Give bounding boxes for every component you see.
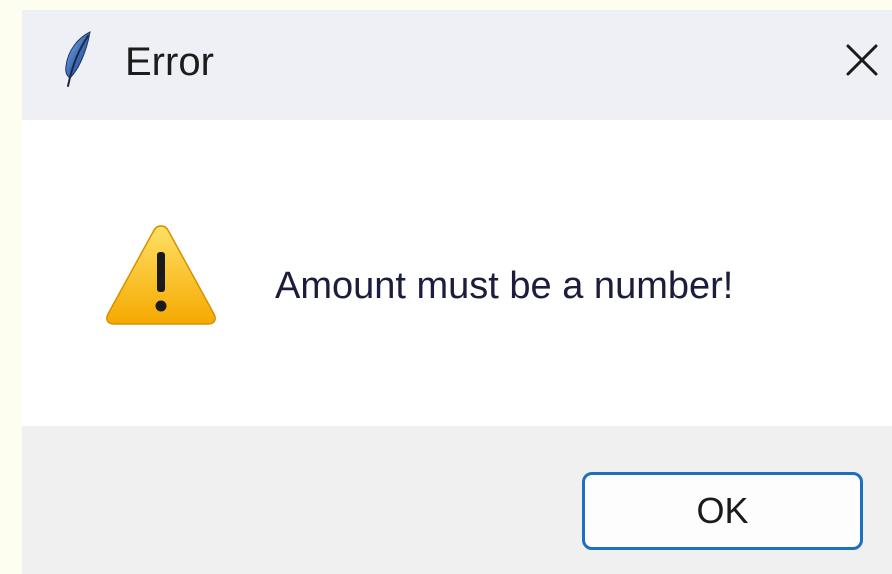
button-bar: OK xyxy=(22,426,892,574)
close-icon xyxy=(844,42,880,83)
warning-icon xyxy=(104,222,218,326)
title-bar[interactable]: Error xyxy=(22,10,892,120)
dialog-body: Amount must be a number! xyxy=(22,120,892,426)
close-button[interactable] xyxy=(832,32,892,92)
dialog-title: Error xyxy=(125,40,214,84)
error-dialog: Error Amount must be a number! OK xyxy=(22,10,892,574)
ok-button[interactable]: OK xyxy=(582,472,863,550)
feather-icon xyxy=(60,30,94,92)
error-message: Amount must be a number! xyxy=(275,265,734,307)
